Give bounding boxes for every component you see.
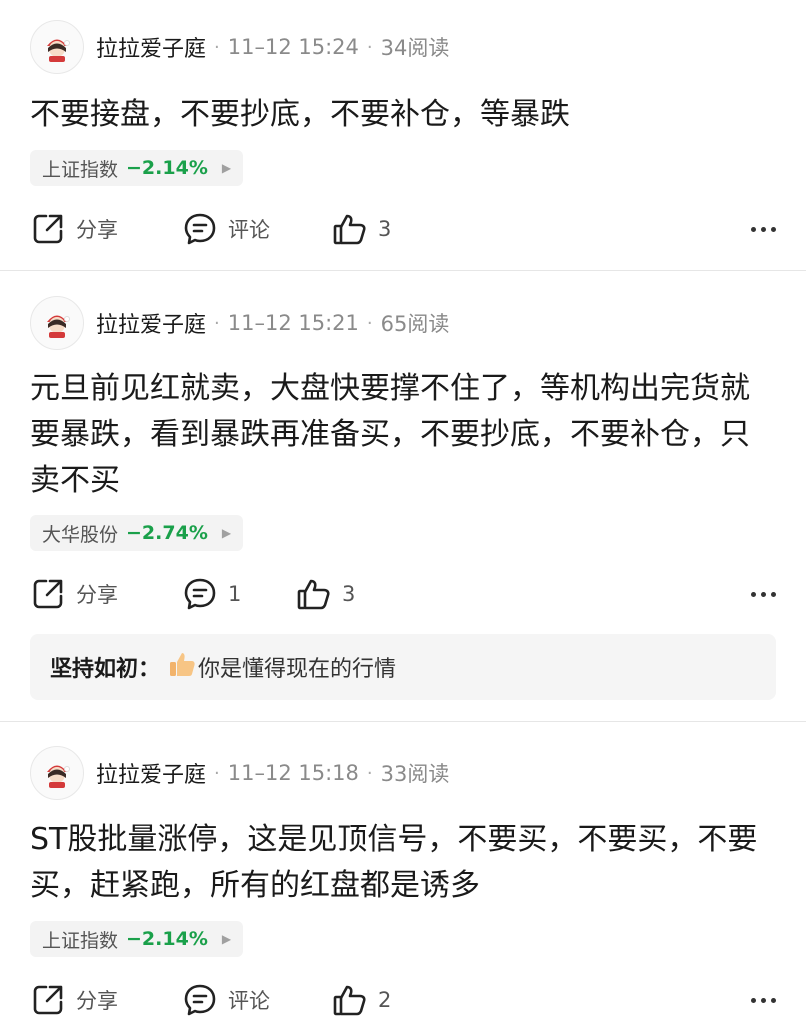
stock-change: −2.14% (126, 928, 208, 950)
stock-tag[interactable]: 上证指数 −2.14% ▶ (30, 150, 244, 186)
like-count: 3 (342, 582, 356, 606)
author-name[interactable]: 拉拉爱子庭 (96, 31, 206, 63)
post-content[interactable]: ST股批量涨停，这是见顶信号，不要买，不要买，不要买，赶紧跑，所有的红盘都是诱多 (30, 817, 776, 909)
reply-text: 你是懂得现在的行情 (198, 657, 397, 682)
arrow-right-icon: ▶ (221, 932, 232, 946)
separator-dot: · (214, 36, 220, 58)
like-button[interactable]: 2 (332, 980, 391, 1020)
separator-dot: · (366, 312, 373, 334)
comment-icon (184, 984, 216, 1016)
action-bar: 分享 评论 3 (30, 209, 776, 249)
post-card: 拉拉爱子庭 · 11–12 15:18 · 33阅读 ST股批量涨停，这是见顶信… (0, 722, 806, 1026)
stock-change: −2.14% (126, 157, 208, 179)
more-icon (751, 997, 756, 1003)
stock-name: 上证指数 (42, 158, 119, 181)
like-icon (297, 579, 330, 610)
more-icon (751, 226, 756, 232)
post-header: 拉拉爱子庭 · 11–12 15:21 · 65阅读 (30, 295, 449, 351)
separator-dot: · (366, 36, 373, 58)
separator-dot: · (366, 762, 373, 784)
comment-label: 评论 (228, 989, 270, 1013)
stock-name: 大华股份 (42, 523, 119, 546)
reply-preview[interactable]: 坚持如初： 你是懂得现在的行情 (30, 634, 776, 700)
stock-change: −2.74% (126, 522, 208, 544)
avatar-icon (47, 765, 70, 788)
thumbs-up-icon (168, 650, 196, 684)
stock-tag[interactable]: 上证指数 −2.14% ▶ (30, 921, 244, 957)
author-name[interactable]: 拉拉爱子庭 (96, 757, 206, 789)
post-card: 拉拉爱子庭 · 11–12 15:24 · 34阅读 不要接盘，不要抄底，不要补… (0, 0, 806, 271)
post-time: 11–12 15:24 (227, 35, 359, 59)
post-header: 拉拉爱子庭 · 11–12 15:24 · 34阅读 (30, 19, 449, 75)
avatar-icon (47, 315, 70, 338)
separator-dot: · (214, 762, 220, 784)
post-content[interactable]: 元旦前见红就卖，大盘快要撑不住了，等机构出完货就要暴跌，看到暴跌再准备买，不要抄… (30, 366, 776, 504)
stock-tag[interactable]: 大华股份 −2.74% ▶ (30, 515, 244, 551)
avatar[interactable] (30, 746, 84, 800)
like-button[interactable]: 3 (332, 209, 391, 249)
share-button[interactable]: 分享 (30, 574, 118, 614)
share-icon (33, 579, 63, 609)
post-time: 11–12 15:18 (227, 761, 359, 785)
like-button[interactable]: 3 (296, 574, 355, 614)
separator-dot: · (214, 312, 220, 334)
like-icon (333, 985, 366, 1016)
post-content[interactable]: 不要接盘，不要抄底，不要补仓，等暴跌 (30, 92, 776, 138)
stock-name: 上证指数 (42, 929, 119, 952)
author-name[interactable]: 拉拉爱子庭 (96, 307, 206, 339)
read-count: 34阅读 (380, 36, 450, 60)
avatar-icon (47, 39, 70, 62)
avatar[interactable] (30, 296, 84, 350)
like-count: 2 (378, 988, 392, 1012)
action-bar: 分享 1 3 (30, 574, 776, 614)
share-button[interactable]: 分享 (30, 980, 118, 1020)
avatar[interactable] (30, 20, 84, 74)
like-icon (333, 214, 366, 245)
comment-button[interactable]: 评论 (182, 980, 270, 1020)
post-card: 拉拉爱子庭 · 11–12 15:21 · 65阅读 元旦前见红就卖，大盘快要撑… (0, 271, 806, 722)
share-label: 分享 (76, 989, 118, 1013)
comment-icon (184, 578, 216, 610)
post-header: 拉拉爱子庭 · 11–12 15:18 · 33阅读 (30, 745, 449, 801)
share-icon (33, 214, 63, 244)
read-count: 33阅读 (380, 762, 450, 786)
action-bar: 分享 评论 2 (30, 980, 776, 1020)
share-button[interactable]: 分享 (30, 209, 118, 249)
comment-label: 评论 (228, 218, 270, 242)
share-label: 分享 (76, 583, 118, 607)
share-icon (33, 985, 63, 1015)
arrow-right-icon: ▶ (221, 526, 232, 540)
more-button[interactable] (746, 980, 776, 1020)
comment-icon (184, 213, 216, 245)
read-count: 65阅读 (380, 312, 450, 336)
comment-button[interactable]: 1 (182, 574, 241, 614)
like-count: 3 (378, 217, 392, 241)
comment-count: 1 (228, 582, 242, 606)
arrow-right-icon: ▶ (221, 161, 232, 175)
share-label: 分享 (76, 218, 118, 242)
comment-button[interactable]: 评论 (182, 209, 270, 249)
post-time: 11–12 15:21 (227, 311, 359, 335)
more-button[interactable] (746, 209, 776, 249)
more-button[interactable] (746, 574, 776, 614)
reply-username[interactable]: 坚持如初： (50, 651, 160, 683)
more-icon (751, 591, 756, 597)
